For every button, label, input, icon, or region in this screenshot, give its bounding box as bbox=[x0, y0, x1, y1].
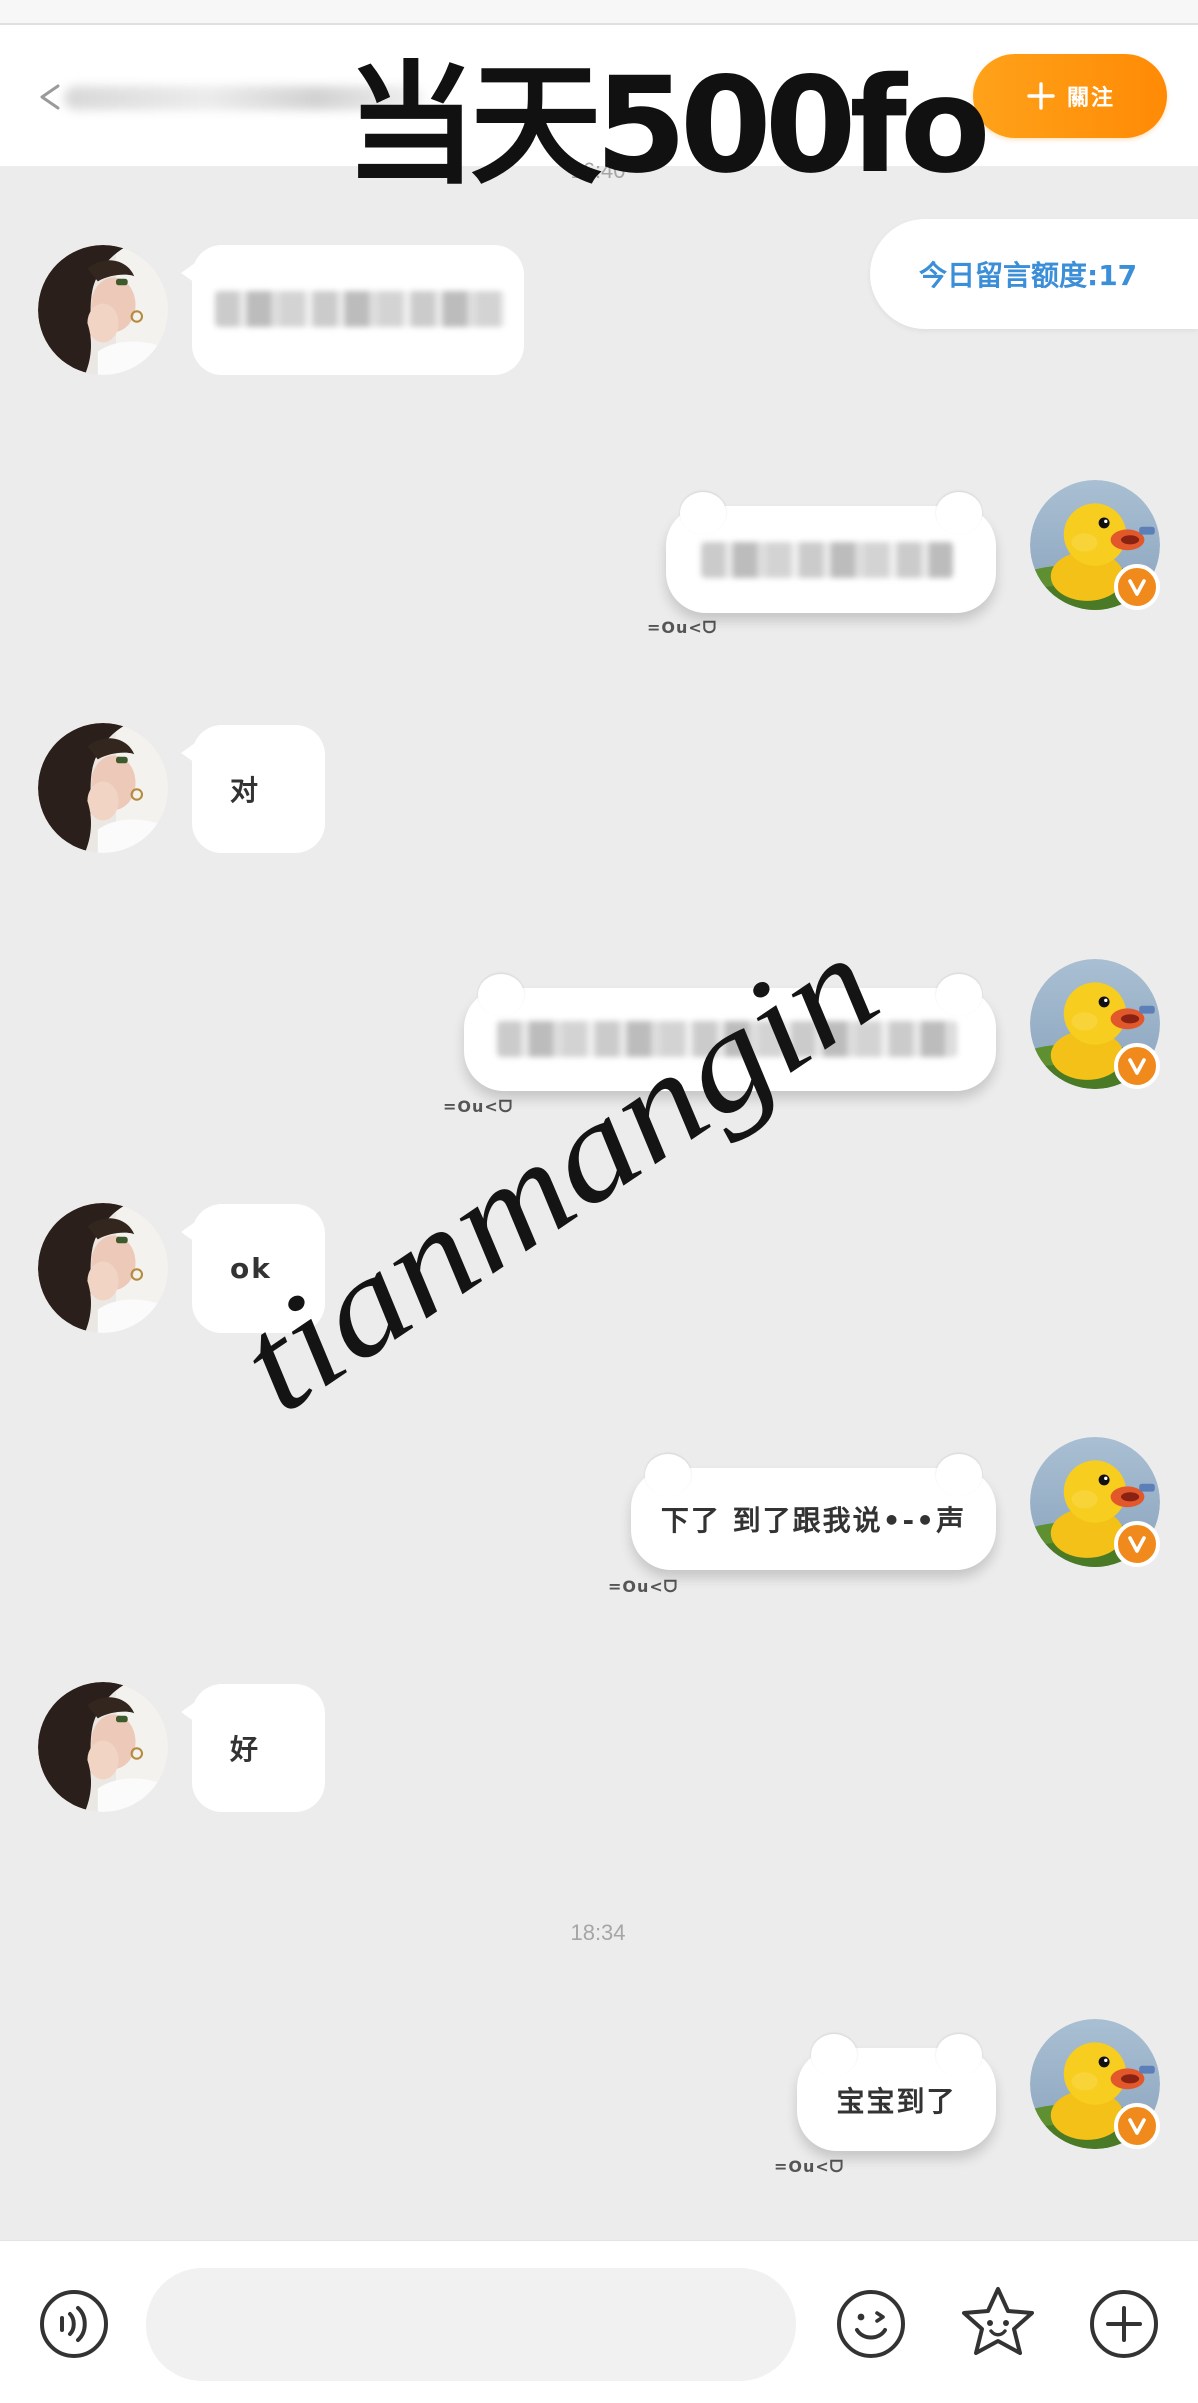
status-strip bbox=[0, 0, 1198, 25]
emoji-icon[interactable] bbox=[835, 2288, 907, 2360]
message-text: ok bbox=[230, 1252, 272, 1285]
bubble-decoration: =Ou<ᗜ bbox=[774, 2157, 845, 2176]
blurred-message-content bbox=[497, 1021, 957, 1057]
verified-v-icon bbox=[1125, 2114, 1149, 2138]
follow-label: 關注 bbox=[1066, 86, 1115, 111]
blurred-message-content bbox=[701, 542, 953, 578]
message-text: 下了 到了跟我说•-•声 bbox=[660, 1504, 967, 1537]
contact-avatar[interactable] bbox=[38, 1682, 168, 1812]
contact-avatar[interactable] bbox=[38, 1203, 168, 1333]
timestamp: 18:34 bbox=[570, 1920, 626, 1945]
outgoing-message-bubble[interactable] bbox=[464, 974, 996, 1091]
outgoing-message-bubble[interactable] bbox=[666, 492, 996, 613]
own-avatar[interactable] bbox=[1030, 1437, 1160, 1567]
input-bar bbox=[0, 2240, 1198, 2403]
verified-v-icon bbox=[1125, 575, 1149, 599]
verified-badge bbox=[1114, 1521, 1160, 1567]
contact-avatar[interactable] bbox=[38, 245, 168, 375]
verified-v-icon bbox=[1125, 1054, 1149, 1078]
sticker-star-icon[interactable] bbox=[958, 2283, 1038, 2363]
outgoing-message-bubble[interactable]: 宝宝到了 bbox=[797, 2034, 996, 2151]
own-avatar[interactable] bbox=[1030, 480, 1160, 610]
watermark-signature: tianmangin bbox=[212, 905, 904, 1442]
bubble-decoration: =Ou<ᗜ bbox=[608, 1577, 679, 1596]
plus-icon bbox=[1027, 82, 1055, 110]
quota-label: 今日留言额度:17 bbox=[919, 259, 1138, 292]
own-avatar[interactable] bbox=[1030, 2019, 1160, 2149]
incoming-message-bubble[interactable]: 对 bbox=[181, 725, 325, 853]
outgoing-message-bubble[interactable]: 下了 到了跟我说•-•声 bbox=[631, 1454, 996, 1570]
verified-badge bbox=[1114, 2103, 1160, 2149]
voice-icon[interactable] bbox=[38, 2288, 110, 2360]
contact-avatar[interactable] bbox=[38, 723, 168, 853]
blurred-message-content bbox=[215, 291, 505, 327]
overlay-caption: 当天500fo bbox=[345, 49, 991, 203]
incoming-message-bubble[interactable]: 好 bbox=[181, 1684, 325, 1812]
follow-button[interactable]: 關注 bbox=[973, 54, 1167, 138]
own-avatar[interactable] bbox=[1030, 959, 1160, 1089]
message-text: 宝宝到了 bbox=[836, 2084, 957, 2118]
watermark-layer: tianmangin bbox=[212, 905, 904, 1442]
message-text: 好 bbox=[230, 1733, 261, 1766]
verified-v-icon bbox=[1125, 1532, 1149, 1556]
message-input[interactable] bbox=[146, 2268, 796, 2381]
incoming-message-bubble[interactable] bbox=[181, 245, 524, 375]
bubble-decoration: =Ou<ᗜ bbox=[443, 1097, 514, 1116]
add-icon[interactable] bbox=[1088, 2288, 1160, 2360]
verified-badge bbox=[1114, 564, 1160, 610]
incoming-message-bubble[interactable]: ok bbox=[181, 1204, 325, 1333]
message-text: 对 bbox=[230, 774, 261, 807]
message-quota-pill: 今日留言额度:17 bbox=[870, 219, 1198, 329]
bubble-decoration: =Ou<ᗜ bbox=[647, 618, 718, 637]
verified-badge bbox=[1114, 1043, 1160, 1089]
